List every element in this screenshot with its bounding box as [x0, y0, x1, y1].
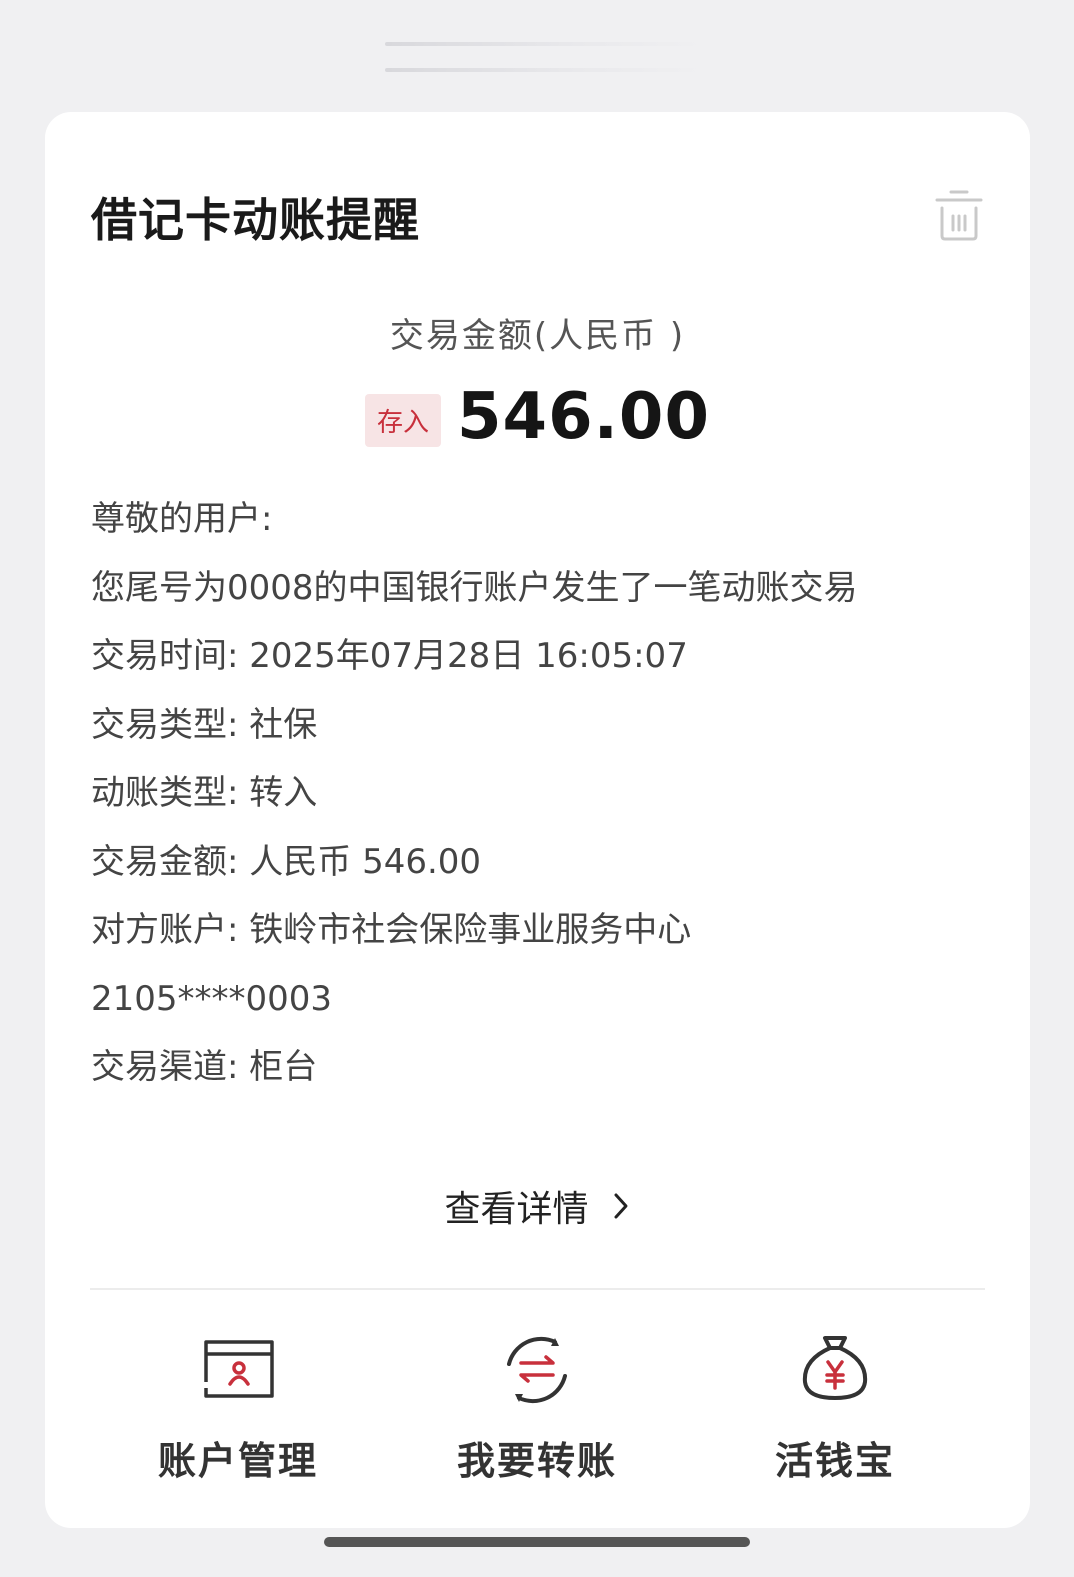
counterparty-line: 对方账户: 铁岭市社会保险事业服务中心	[91, 910, 692, 950]
action-label: 账户管理	[157, 1439, 318, 1483]
message-body: 尊敬的用户: 您尾号为0008的中国银行账户发生了一笔动账交易 交易时间: 20…	[91, 494, 991, 1111]
type-line: 交易类型: 社保	[91, 704, 318, 745]
amount-caption: 交易金额(人民币 )	[389, 316, 686, 356]
money-bag-icon	[802, 1336, 868, 1400]
movement-line: 动账类型: 转入	[91, 773, 318, 813]
notification-card: 借记卡动账提醒 交易金额(人民币 ) 存入 546.00 尊敬的用户: 您尾号为…	[45, 112, 1030, 1528]
counterparty-account-line: 2105****0003	[91, 978, 333, 1019]
chevron-right-icon	[614, 1193, 627, 1219]
divider	[90, 1288, 985, 1290]
card-title: 借记卡动账提醒	[91, 193, 420, 247]
blurred-header	[385, 42, 705, 72]
channel-line: 交易渠道: 柜台	[91, 1047, 318, 1087]
deposit-badge: 存入	[365, 393, 442, 447]
time-line: 交易时间: 2025年07月28日 16:05:07	[91, 636, 688, 676]
view-details-label: 查看详情	[444, 1189, 589, 1230]
amount-value: 546.00	[457, 380, 710, 454]
trash-icon[interactable]	[933, 186, 985, 242]
intro-line: 您尾号为0008的中国银行账户发生了一笔动账交易	[91, 567, 858, 608]
account-card-icon	[200, 1340, 274, 1398]
action-label: 活钱宝	[774, 1439, 895, 1483]
amount-row: 存入 546.00	[45, 380, 1030, 454]
view-details-link[interactable]: 查看详情	[45, 1180, 1030, 1232]
transfer-button[interactable]: 我要转账	[437, 1330, 637, 1485]
greeting-line: 尊敬的用户:	[91, 499, 273, 539]
money-treasure-button[interactable]: 活钱宝	[735, 1330, 935, 1485]
blur-line	[385, 68, 705, 72]
home-indicator[interactable]	[324, 1537, 750, 1547]
transfer-arrows-icon	[507, 1336, 567, 1404]
action-label: 我要转账	[456, 1439, 617, 1483]
account-management-button[interactable]: 账户管理	[138, 1330, 338, 1485]
blur-line	[385, 42, 705, 46]
amount-line: 交易金额: 人民币 546.00	[91, 841, 482, 882]
